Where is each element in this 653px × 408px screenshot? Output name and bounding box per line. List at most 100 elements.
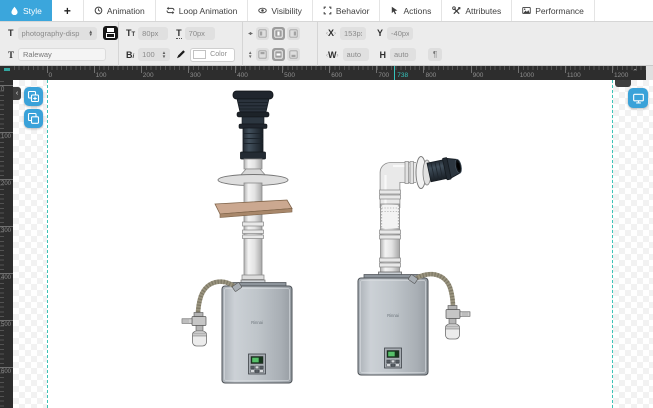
heater-lcd-screen (388, 352, 395, 357)
align-middle-icon (274, 50, 283, 59)
tab-actions[interactable]: Actions (380, 0, 442, 21)
canvas[interactable]: Rinnai (13, 80, 653, 408)
loop-icon (166, 6, 175, 15)
vent-rain-cap (233, 91, 273, 129)
vent-white-pipe (215, 159, 292, 286)
align-middle-button[interactable] (272, 48, 285, 61)
tab-performance-label: Performance (535, 6, 584, 16)
font-face-label: T (8, 50, 14, 60)
inspector-tabbar: Style + Animation Loop Animation (0, 0, 653, 22)
align-bottom-button[interactable] (287, 48, 300, 61)
tab-actions-label: Actions (403, 6, 431, 16)
style-drop-icon (10, 6, 19, 15)
tab-attributes-label: Attributes (465, 6, 501, 16)
align-left-button[interactable] (256, 27, 269, 40)
image-icon (522, 6, 531, 15)
expand-icon (323, 6, 332, 15)
preview-display-button[interactable] (628, 88, 648, 108)
animation-editor-window: Style + Animation Loop Animation (0, 0, 653, 408)
pen-icon (176, 49, 186, 59)
height-input[interactable] (390, 48, 416, 61)
stepper-icon: ▲▼ (162, 51, 166, 58)
tab-attributes[interactable]: Attributes (442, 0, 512, 21)
vertical-arrows-icon: ▲▼ (248, 51, 252, 58)
align-right-icon (289, 29, 298, 38)
line-height-icon: T (176, 28, 182, 39)
align-bottom-icon (289, 50, 298, 59)
tab-style[interactable]: Style (0, 0, 52, 21)
ruler-collapse-icon[interactable]: ⌃ (632, 68, 638, 76)
plus-icon: + (64, 4, 71, 18)
tab-add-new[interactable]: + (52, 0, 84, 21)
add-scene-button[interactable] (24, 87, 43, 106)
font-size-input[interactable] (138, 27, 168, 40)
color-label: Color (210, 51, 227, 58)
scene-right-guide (612, 80, 613, 408)
ruler-cursor-value: 738 (397, 73, 408, 79)
color-swatch-white (193, 50, 206, 59)
tankless-heater-unit: Rinnai (222, 283, 292, 384)
image-water-heater-horizontal-vent[interactable]: Rinnai (350, 148, 482, 380)
align-left-icon (258, 29, 267, 38)
tab-loop-animation[interactable]: Loop Animation (156, 0, 249, 21)
text-style-toolbar-row1: T photography-disp ▲▼ TT T ◂▸ (0, 22, 653, 44)
tab-visibility-label: Visibility (271, 6, 302, 16)
align-top-button[interactable] (256, 48, 269, 61)
tools-icon (452, 6, 461, 15)
add-scene-icon (27, 90, 40, 103)
y-position-label: Y (377, 28, 383, 38)
align-center-icon (274, 29, 283, 38)
font-family-label: T (8, 28, 14, 38)
monitor-icon (632, 92, 645, 105)
vertical-ruler[interactable]: 0100200300400500600 (0, 80, 13, 408)
eyedropper-pen-button[interactable] (176, 47, 186, 62)
x-position-label: ‹X› (326, 28, 336, 38)
tab-animation[interactable]: Animation (84, 0, 156, 21)
clock-icon (94, 6, 103, 15)
y-position-input[interactable] (387, 27, 413, 40)
vent-dark-pipe (241, 128, 266, 159)
font-weight-label: Bi (126, 50, 134, 60)
tab-style-label: Style (23, 6, 42, 16)
sidebar-collapse-tab[interactable]: ‹ (13, 87, 21, 100)
horizontal-arrows-icon: ◂▸ (248, 30, 252, 37)
tab-animation-label: Animation (107, 6, 145, 16)
text-color-picker[interactable]: Color (190, 48, 235, 62)
x-position-input[interactable] (340, 27, 366, 40)
wall-termination-cap (416, 155, 463, 189)
scene-white-area[interactable] (47, 80, 612, 408)
scene-left-guide (47, 80, 48, 408)
ruler-collapse-tab[interactable]: ⌃ (615, 80, 631, 87)
align-center-button[interactable] (272, 27, 285, 40)
height-label: H (380, 50, 387, 60)
tab-visibility[interactable]: Visibility (248, 0, 313, 21)
ruler-corner-marker (4, 68, 10, 71)
width-label: ‹W› (326, 50, 339, 60)
font-family-select[interactable]: photography-disp ▲▼ (18, 27, 97, 40)
tab-behavior[interactable]: Behavior (313, 0, 381, 21)
ruler-cursor-marker (394, 66, 395, 80)
floppy-disk-icon (107, 28, 114, 32)
vent-elbow-pipe (386, 162, 417, 209)
paragraph-direction-button[interactable]: ¶ (428, 48, 442, 61)
ruler-corner (0, 66, 13, 80)
heater-brand-label: Rinnai (251, 320, 263, 325)
align-top-icon (258, 50, 267, 59)
tab-loop-animation-label: Loop Animation (179, 6, 238, 16)
tankless-heater-unit: Rinnai (358, 275, 428, 376)
font-size-icon: TT (126, 28, 135, 38)
duplicate-scene-button[interactable] (24, 109, 43, 128)
horizontal-ruler[interactable]: ⌃ 01002003004005006007008009001000110012… (13, 66, 646, 80)
font-weight-stepper[interactable]: 100 ▲▼ (138, 48, 170, 61)
heater-lcd-screen (252, 358, 259, 363)
save-font-button[interactable] (103, 26, 118, 40)
font-face-input[interactable] (18, 48, 106, 61)
image-water-heater-vertical-vent[interactable]: Rinnai (180, 86, 302, 388)
cursor-icon (390, 6, 399, 15)
text-style-toolbar-row2: T Bi 100 ▲▼ Color ▲▼ (0, 44, 653, 66)
width-input[interactable] (343, 48, 369, 61)
line-height-input[interactable] (185, 27, 215, 40)
align-right-button[interactable] (287, 27, 300, 40)
duplicate-icon (27, 112, 40, 125)
tab-performance[interactable]: Performance (512, 0, 595, 21)
